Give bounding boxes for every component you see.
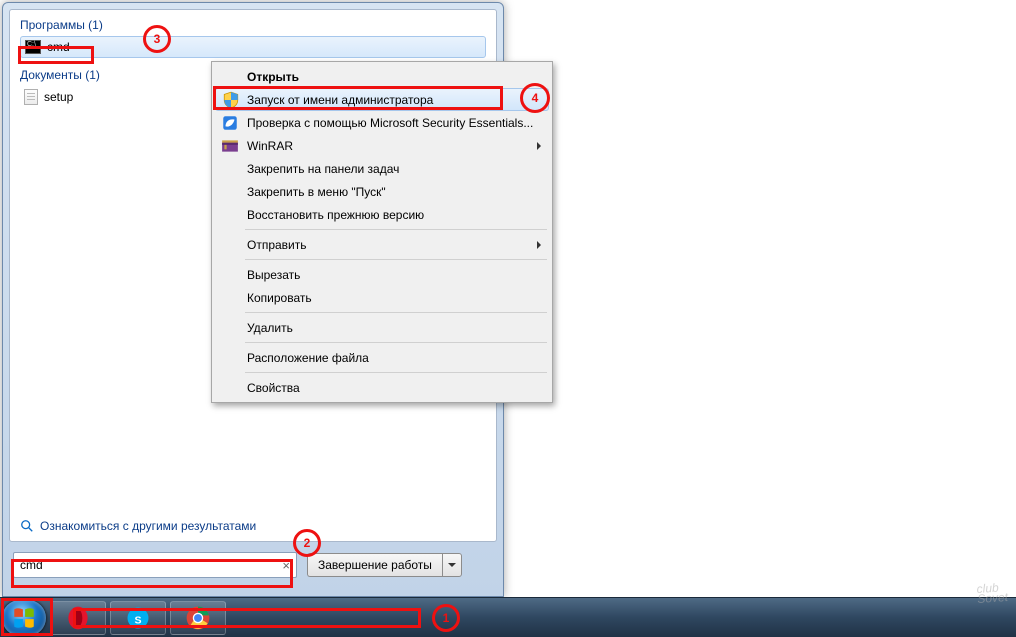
more-results-label: Ознакомиться с другими результатами <box>40 519 256 533</box>
ctx-open-location[interactable]: Расположение файла <box>215 346 549 369</box>
taskbar-chrome[interactable] <box>170 601 226 635</box>
more-results-link[interactable]: Ознакомиться с другими результатами <box>20 519 256 533</box>
ctx-cut[interactable]: Вырезать <box>215 263 549 286</box>
result-program-label: cmd <box>47 40 70 54</box>
skype-icon: S <box>124 604 152 632</box>
ctx-winrar[interactable]: WinRAR <box>215 134 549 157</box>
shield-icon <box>222 91 240 109</box>
taskbar-skype[interactable]: S <box>110 601 166 635</box>
ctx-pin-taskbar[interactable]: Закрепить на панели задач <box>215 157 549 180</box>
context-menu: Открыть Запуск от имени администратора П… <box>211 61 553 403</box>
clear-search-icon[interactable]: × <box>282 558 290 573</box>
cmd-icon <box>25 40 41 54</box>
winrar-icon <box>221 137 239 155</box>
result-program-cmd[interactable]: cmd <box>20 36 486 58</box>
taskbar-opera[interactable] <box>50 601 106 635</box>
document-icon <box>24 89 38 105</box>
shutdown-options-arrow[interactable] <box>442 553 462 577</box>
search-box[interactable]: × <box>13 552 297 578</box>
opera-icon <box>64 604 92 632</box>
submenu-arrow-icon <box>537 241 541 249</box>
mse-icon <box>221 114 239 132</box>
search-input[interactable] <box>20 558 260 572</box>
taskbar: S <box>0 597 1016 637</box>
shutdown-split-button[interactable]: Завершение работы <box>307 553 462 577</box>
ctx-restore-previous[interactable]: Восстановить прежнюю версию <box>215 203 549 226</box>
ctx-properties[interactable]: Свойства <box>215 376 549 399</box>
results-programs-header: Программы (1) <box>20 18 486 32</box>
submenu-arrow-icon <box>537 142 541 150</box>
shutdown-button[interactable]: Завершение работы <box>307 553 442 577</box>
ctx-delete[interactable]: Удалить <box>215 316 549 339</box>
start-menu-bottom: × Завершение работы <box>9 542 497 588</box>
ctx-pin-start[interactable]: Закрепить в меню "Пуск" <box>215 180 549 203</box>
ctx-run-as-admin[interactable]: Запуск от имени администратора <box>215 88 549 111</box>
chrome-icon <box>184 604 212 632</box>
windows-logo-icon <box>11 605 37 631</box>
ctx-copy[interactable]: Копировать <box>215 286 549 309</box>
ctx-send-to[interactable]: Отправить <box>215 233 549 256</box>
result-document-label: setup <box>44 90 73 104</box>
start-button[interactable] <box>2 600 46 636</box>
svg-text:S: S <box>134 614 141 626</box>
ctx-open[interactable]: Открыть <box>215 65 549 88</box>
ctx-mse-scan[interactable]: Проверка с помощью Microsoft Security Es… <box>215 111 549 134</box>
